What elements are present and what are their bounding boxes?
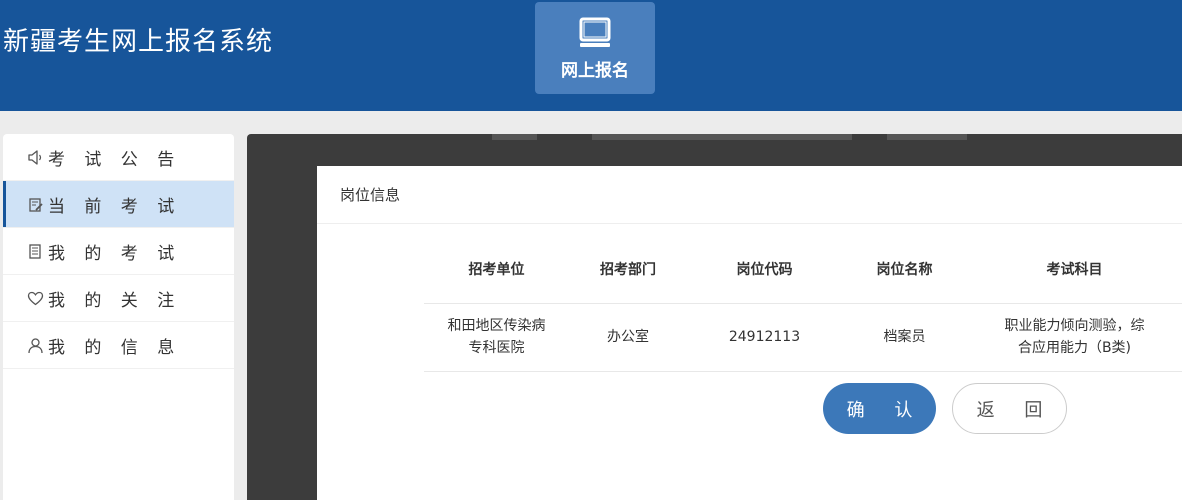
table-cell: 职业能力倾向测验，综合应用能力（B类)	[967, 303, 1182, 372]
sidebar-item-label: 考 试 公 告	[48, 149, 182, 170]
sidebar-item-my-follows[interactable]: 我 的 关 注	[3, 275, 234, 322]
confirm-button[interactable]: 确 认	[823, 383, 936, 434]
table-cell: 档案员	[842, 303, 967, 372]
table-row: 和田地区传染病专科医院 办公室 24912113 档案员 职业能力倾向测验，综合…	[424, 303, 1182, 372]
column-header: 招考单位	[424, 236, 569, 304]
obscured-content	[492, 134, 537, 140]
cell-position-name: 档案员	[883, 329, 926, 345]
position-info-dialog: 岗位信息 招考单位 招考部门 岗位代码 岗位名称 考试科目 和田地区传染病专科医…	[317, 166, 1182, 500]
sidebar-item-label: 我 的 信 息	[48, 337, 182, 358]
position-table: 招考单位 招考部门 岗位代码 岗位名称 考试科目 和田地区传染病专科医院 办公室…	[424, 236, 1182, 372]
document-list-icon	[29, 243, 41, 259]
obscured-content	[592, 134, 852, 140]
nav-online-registration[interactable]: 网上报名	[535, 2, 655, 94]
speaker-icon	[28, 149, 42, 165]
column-header: 招考部门	[569, 236, 687, 304]
table-cell: 办公室	[569, 303, 687, 372]
column-header: 岗位名称	[842, 236, 967, 304]
sidebar-item-announcements[interactable]: 考 试 公 告	[3, 134, 234, 181]
nav-tile-label: 网上报名	[561, 61, 629, 81]
table-cell: 24912113	[687, 303, 842, 372]
sidebar-item-label: 我 的 关 注	[48, 290, 182, 311]
cell-position-code: 24912113	[728, 329, 801, 345]
edit-document-icon	[29, 197, 43, 212]
back-button[interactable]: 返 回	[952, 383, 1067, 434]
user-icon	[28, 337, 43, 353]
cell-department: 办公室	[607, 329, 649, 345]
cell-exam-subjects: 职业能力倾向测验，综合应用能力（B类)	[1004, 318, 1145, 356]
column-header: 岗位代码	[687, 236, 842, 304]
table-header-row: 招考单位 招考部门 岗位代码 岗位名称 考试科目	[424, 236, 1182, 304]
sidebar: 考 试 公 告 当 前 考 试 我 的 考 试 我 的 关 注 我 的 信 息	[3, 134, 234, 500]
cell-recruiting-unit: 和田地区传染病专科医院	[447, 318, 546, 356]
sidebar-item-my-info[interactable]: 我 的 信 息	[3, 322, 234, 369]
table-cell: 和田地区传染病专科医院	[424, 303, 569, 372]
dialog-divider	[317, 223, 1182, 224]
column-header: 考试科目	[967, 236, 1182, 304]
monitor-icon	[579, 17, 611, 47]
sidebar-item-my-exams[interactable]: 我 的 考 试	[3, 228, 234, 275]
obscured-content	[887, 134, 967, 140]
sidebar-item-label: 当 前 考 试	[48, 196, 182, 217]
sidebar-item-label: 我 的 考 试	[48, 243, 182, 264]
heart-icon	[27, 291, 44, 305]
top-header: 新疆考生网上报名系统 网上报名	[0, 0, 1182, 111]
site-title: 新疆考生网上报名系统	[3, 27, 274, 57]
sidebar-item-current-exam[interactable]: 当 前 考 试	[3, 181, 234, 228]
dialog-title: 岗位信息	[340, 186, 401, 204]
